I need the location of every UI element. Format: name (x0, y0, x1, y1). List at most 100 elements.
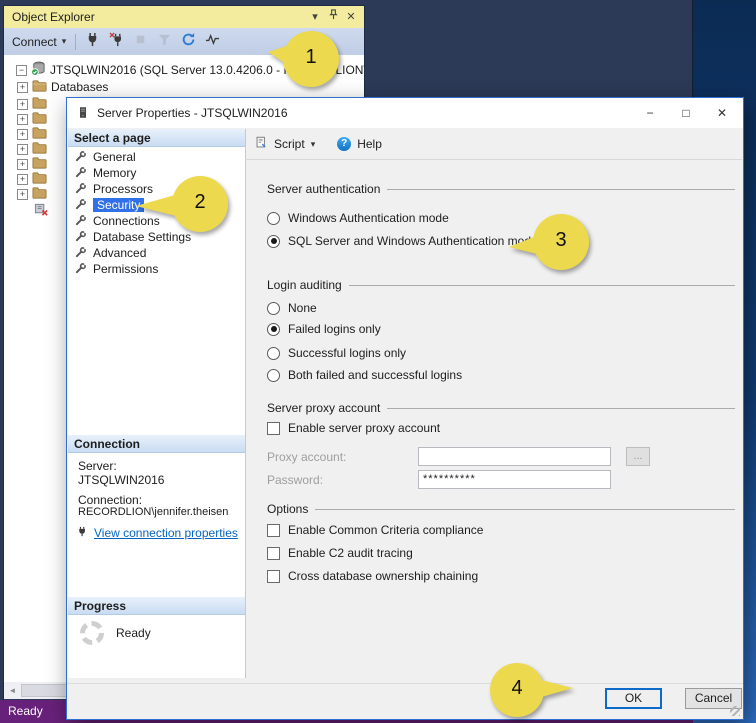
tree-row-databases[interactable]: + Databases (17, 79, 108, 95)
wrench-icon (75, 230, 87, 245)
select-a-page-header: Select a page (68, 129, 245, 147)
radio-selected-icon (267, 323, 280, 336)
expand-icon[interactable]: + (17, 99, 28, 110)
group-label: Options (267, 502, 308, 516)
progress-spinner-icon (80, 621, 104, 645)
password-label: Password: (267, 473, 323, 487)
server-icon (77, 105, 89, 125)
radio-none[interactable]: None (267, 301, 317, 315)
radio-label: None (288, 301, 317, 315)
ok-button[interactable]: OK (605, 688, 662, 709)
page-item-permissions[interactable]: Permissions (68, 261, 245, 277)
expand-icon[interactable]: + (17, 82, 28, 93)
dialog-titlebar[interactable]: Server Properties - JTSQLWIN2016 − □ ✕ (67, 98, 743, 128)
page-item-advanced[interactable]: Advanced (68, 245, 245, 261)
help-button[interactable]: Help (357, 137, 382, 151)
wrench-icon (75, 166, 87, 181)
wrench-icon (75, 150, 87, 165)
radio-label: Successful logins only (288, 346, 406, 360)
browse-button[interactable]: ... (626, 447, 650, 466)
connection-properties-icon (76, 526, 89, 544)
expand-icon[interactable]: + (17, 144, 28, 155)
callout-4: 4 (487, 661, 577, 721)
checkbox-enable-server-proxy[interactable]: Enable server proxy account (267, 421, 440, 435)
checkbox-icon (267, 422, 280, 435)
password-input[interactable]: ********** (418, 470, 611, 489)
object-explorer-title: Object Explorer (12, 10, 95, 24)
group-label: Login auditing (267, 278, 342, 292)
wrench-icon (75, 198, 87, 213)
status-bar-text: Ready (8, 704, 43, 718)
expand-icon[interactable]: + (17, 159, 28, 170)
close-icon[interactable]: ✕ (342, 6, 360, 28)
close-icon[interactable]: ✕ (705, 99, 739, 127)
disconnect-plug-icon[interactable] (109, 32, 124, 52)
radio-successful-logins-only[interactable]: Successful logins only (267, 346, 406, 360)
wrench-icon (75, 182, 87, 197)
server-authentication-group: Server authentication (267, 182, 735, 196)
expand-icon[interactable]: + (17, 189, 28, 200)
checkbox-icon (267, 547, 280, 560)
server-proxy-account-group: Server proxy account (267, 401, 735, 415)
progress-status: Ready (116, 626, 151, 640)
group-label: Server proxy account (267, 401, 380, 415)
minimize-icon[interactable]: − (633, 99, 667, 127)
radio-icon (267, 212, 280, 225)
expand-icon[interactable]: + (17, 114, 28, 125)
dialog-title: Server Properties - JTSQLWIN2016 (97, 98, 288, 128)
checkbox-common-criteria[interactable]: Enable Common Criteria compliance (267, 523, 483, 537)
stop-icon[interactable] (133, 32, 148, 52)
radio-label: Failed logins only (288, 322, 381, 336)
connection-label: Connection: (78, 493, 142, 507)
radio-label: SQL Server and Windows Authentication mo… (288, 234, 538, 248)
dialog-toolbar: Script ▾ ? Help (245, 129, 742, 160)
callout-4-number: 4 (503, 677, 531, 700)
filter-icon[interactable] (157, 32, 172, 52)
script-caret-icon[interactable]: ▾ (311, 139, 316, 150)
resize-grip[interactable] (730, 706, 740, 716)
radio-label: Both failed and successful logins (288, 368, 462, 382)
tree-row-sql-agent[interactable] (34, 203, 49, 219)
checkbox-label: Enable server proxy account (288, 421, 440, 435)
window-position-menu-icon[interactable]: ▾ (306, 6, 324, 28)
scroll-left-arrow-icon[interactable]: ◄ (4, 686, 21, 695)
radio-windows-authentication[interactable]: Windows Authentication mode (267, 211, 449, 225)
radio-both-failed-successful[interactable]: Both failed and successful logins (267, 368, 462, 382)
radio-selected-icon (267, 235, 280, 248)
expand-icon[interactable]: + (17, 129, 28, 140)
folder-icon (32, 185, 47, 203)
checkbox-icon (267, 524, 280, 537)
checkbox-cross-db-chaining[interactable]: Cross database ownership chaining (267, 569, 478, 583)
connection-value: RECORDLION\jennifer.theisen (78, 506, 228, 518)
screen: Object Explorer ▾ ✕ Connect ▾ (0, 0, 756, 723)
tree-row[interactable]: + (17, 186, 47, 202)
callout-1-number: 1 (297, 46, 325, 69)
help-icon: ? (337, 137, 351, 151)
callout-2: 2 (130, 172, 234, 236)
page-item-label: Permissions (93, 262, 158, 276)
maximize-icon[interactable]: □ (669, 99, 703, 127)
view-connection-properties-link[interactable]: View connection properties (94, 526, 238, 540)
connect-plug-icon[interactable] (85, 32, 100, 52)
proxy-account-label: Proxy account: (267, 450, 346, 464)
radio-sql-windows-authentication[interactable]: SQL Server and Windows Authentication mo… (267, 234, 538, 248)
security-page-content: Server authentication Windows Authentica… (245, 161, 743, 682)
connect-caret-icon[interactable]: ▾ (62, 36, 67, 47)
folder-icon (32, 78, 47, 96)
activity-monitor-icon[interactable] (205, 32, 220, 52)
pin-icon[interactable] (324, 6, 342, 28)
checkbox-c2-audit[interactable]: Enable C2 audit tracing (267, 546, 413, 560)
collapse-icon[interactable]: − (16, 65, 27, 76)
connect-button[interactable]: Connect (12, 35, 57, 49)
login-auditing-group: Login auditing (267, 278, 735, 292)
object-explorer-titlebar: Object Explorer ▾ ✕ (4, 6, 364, 28)
checkbox-label: Enable C2 audit tracing (288, 546, 413, 560)
tree-row-databases-label: Databases (51, 80, 108, 94)
expand-icon[interactable]: + (17, 174, 28, 185)
proxy-account-input[interactable] (418, 447, 611, 466)
refresh-icon[interactable] (181, 32, 196, 52)
radio-label: Windows Authentication mode (288, 211, 449, 225)
script-button[interactable]: Script (274, 137, 305, 151)
radio-failed-logins-only[interactable]: Failed logins only (267, 322, 381, 336)
page-item-general[interactable]: General (68, 149, 245, 165)
